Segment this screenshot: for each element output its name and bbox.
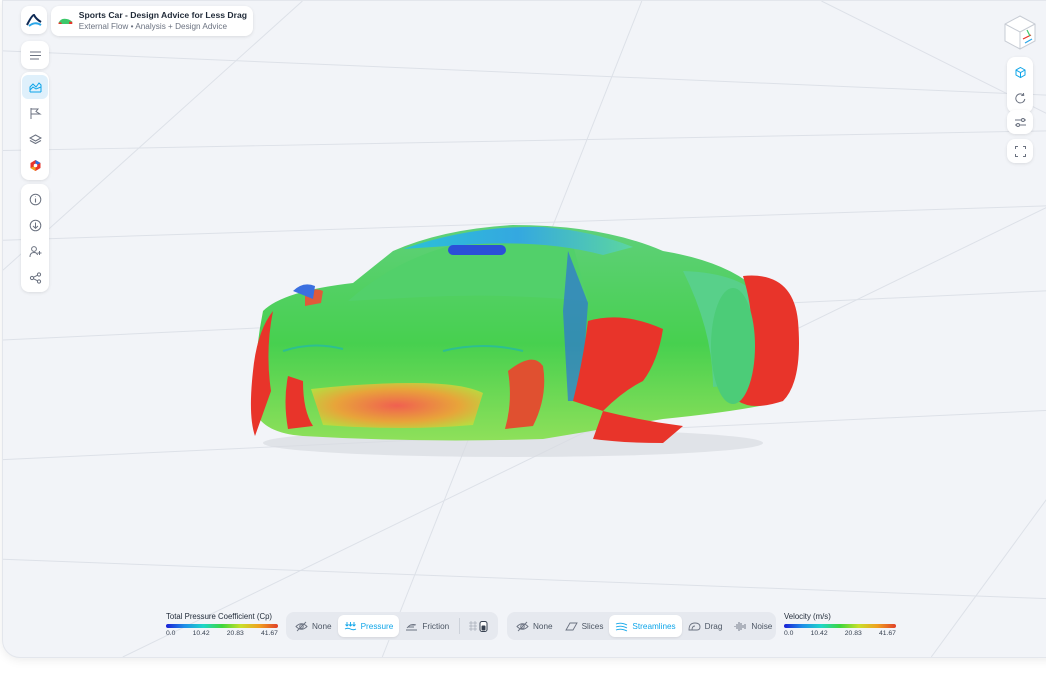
toggle-separator xyxy=(459,618,461,634)
streamlines-icon xyxy=(616,622,628,631)
flow-streamlines-option[interactable]: Streamlines xyxy=(609,615,682,637)
settings-sliders-icon xyxy=(1014,117,1026,127)
noise-icon xyxy=(734,621,746,631)
view-cube-icon xyxy=(1004,15,1036,50)
surface-legend-gradient xyxy=(166,624,278,628)
project-subtitle: External Flow • Analysis + Design Advice xyxy=(78,22,227,31)
velocity-legend: Velocity (m/s) 0.0 10.42 20.83 41.67 xyxy=(784,612,896,637)
left-toolbar-actions xyxy=(21,184,49,292)
download-icon xyxy=(29,219,41,231)
share-icon xyxy=(29,271,41,284)
layers-button[interactable] xyxy=(22,127,48,151)
velocity-legend-gradient xyxy=(784,624,896,628)
friction-icon xyxy=(406,623,418,630)
info-button[interactable] xyxy=(22,187,48,211)
multi-color-icon xyxy=(30,159,40,171)
left-toolbar-view xyxy=(21,72,49,180)
surface-legend: Total Pressure Coefficient (Cp) 0.0 10.4… xyxy=(166,612,278,637)
surface-friction-option[interactable]: Friction xyxy=(399,615,455,637)
flow-mode-toggle: None Slices Streamlines Drag Noise xyxy=(507,612,776,640)
velocity-legend-title: Velocity (m/s) xyxy=(784,612,831,621)
settings-button[interactable] xyxy=(1007,110,1033,134)
flag-button[interactable] xyxy=(22,101,48,125)
flow-none-option[interactable]: None xyxy=(510,615,559,637)
flag-icon xyxy=(30,107,42,119)
mesh-toggle-button[interactable] xyxy=(464,615,492,637)
view-cube[interactable] xyxy=(1001,13,1039,51)
car-pressure-model[interactable] xyxy=(243,211,813,471)
surface-pressure-option[interactable]: Pressure xyxy=(337,615,400,637)
add-user-icon xyxy=(29,245,41,257)
rotate-button[interactable] xyxy=(1007,86,1033,110)
flow-noise-option[interactable]: Noise xyxy=(728,615,778,637)
right-toolbar-view xyxy=(1007,57,1033,113)
surface-legend-tick: 41.67 xyxy=(260,630,278,637)
flow-slices-option[interactable]: Slices xyxy=(559,615,610,637)
app-logo-icon xyxy=(26,13,42,27)
viewport-frame: Sports Car - Design Advice for Less Drag… xyxy=(2,0,1046,658)
velocity-legend-tick: 0.0 xyxy=(784,630,794,637)
surface-results-button[interactable] xyxy=(22,75,48,99)
app-logo-button[interactable] xyxy=(21,6,47,34)
fullscreen-icon xyxy=(1014,145,1026,157)
download-button[interactable] xyxy=(22,213,48,237)
fullscreen-button[interactable] xyxy=(1007,139,1033,163)
velocity-legend-tick: 10.42 xyxy=(810,630,828,637)
cube-icon xyxy=(1015,66,1025,78)
surface-legend-title: Total Pressure Coefficient (Cp) xyxy=(166,612,273,621)
flow-drag-option[interactable]: Drag xyxy=(682,615,729,637)
menu-icon xyxy=(29,50,41,60)
cube-view-button[interactable] xyxy=(1007,60,1033,84)
info-icon xyxy=(29,193,41,205)
velocity-legend-tick: 41.67 xyxy=(878,630,896,637)
velocity-legend-tick: 20.83 xyxy=(844,630,862,637)
add-user-button[interactable] xyxy=(22,239,48,263)
share-button[interactable] xyxy=(22,265,48,289)
drag-icon xyxy=(688,622,701,630)
surface-legend-tick: 10.42 xyxy=(192,630,210,637)
pressure-icon xyxy=(344,621,356,630)
project-thumbnail-icon xyxy=(58,18,73,25)
eye-off-icon xyxy=(295,621,308,631)
rotate-icon xyxy=(1014,92,1025,103)
layers-icon xyxy=(28,133,42,144)
surface-legend-tick: 0.0 xyxy=(166,630,176,637)
multi-color-button[interactable] xyxy=(22,153,48,177)
surface-none-option[interactable]: None xyxy=(289,615,338,637)
slices-icon xyxy=(564,622,578,630)
surface-legend-tick: 20.83 xyxy=(226,630,244,637)
eye-off-icon xyxy=(516,621,529,631)
surface-results-icon xyxy=(29,81,41,92)
surface-mode-toggle: None Pressure Friction xyxy=(286,612,498,640)
menu-button[interactable] xyxy=(21,41,49,69)
mesh-toggle-icon xyxy=(469,620,488,632)
project-title: Sports Car - Design Advice for Less Drag xyxy=(78,10,247,20)
project-title-card[interactable]: Sports Car - Design Advice for Less Drag… xyxy=(51,6,253,36)
